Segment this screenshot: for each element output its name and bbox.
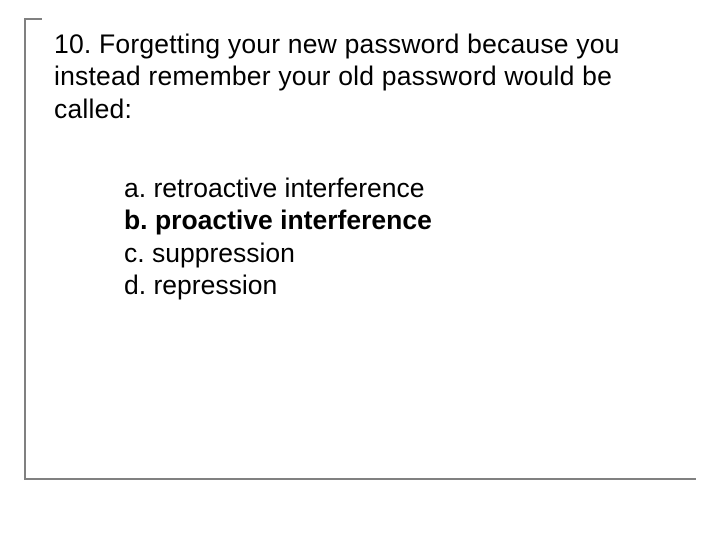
option-d-label: d. [124, 270, 146, 300]
question-line-1: 10. Forgetting your new password because… [54, 29, 620, 59]
option-a-label: a. [124, 173, 146, 203]
question-line-2: instead remember your old password would… [54, 61, 612, 91]
option-b-text: proactive interference [155, 205, 432, 235]
option-c: c. suppression [124, 237, 432, 269]
question-text: 10. Forgetting your new password because… [54, 28, 644, 125]
option-d-text: repression [153, 270, 277, 300]
option-b: b. proactive interference [124, 204, 432, 236]
question-line-3: called: [54, 94, 132, 124]
slide: 10. Forgetting your new password because… [0, 0, 720, 540]
option-c-text: suppression [152, 238, 295, 268]
answer-options: a. retroactive interference b. proactive… [124, 172, 432, 301]
option-a-text: retroactive interference [153, 173, 424, 203]
option-b-label: b. [124, 205, 148, 235]
option-c-label: c. [124, 238, 145, 268]
option-d: d. repression [124, 269, 432, 301]
option-a: a. retroactive interference [124, 172, 432, 204]
